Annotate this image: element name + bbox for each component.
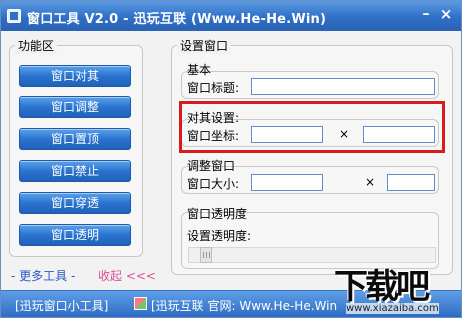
more-tools-link[interactable]: - 更多工具 -	[11, 267, 75, 284]
highlight-box	[179, 101, 445, 153]
align-window-button[interactable]: 窗口对其	[19, 65, 131, 87]
close-button[interactable]: ×	[437, 7, 455, 24]
window-size-label: 窗口大小:	[187, 177, 240, 191]
adjust-window-button[interactable]: 窗口调整	[19, 96, 131, 118]
window-title-label: 窗口标题:	[187, 81, 240, 95]
watermark-logo: 下载吧 www.xiazaiba.com	[334, 259, 459, 317]
disable-window-button[interactable]: 窗口禁止	[19, 160, 131, 182]
watermark-text: 下载吧	[334, 267, 430, 307]
transparent-window-button[interactable]: 窗口透明	[19, 224, 131, 246]
size-height-input[interactable]	[387, 174, 435, 191]
click-through-window-button[interactable]: 窗口穿透	[19, 192, 131, 214]
opacity-section-label: 窗口透明度	[187, 207, 248, 221]
settings-group-label: 设置窗口	[177, 37, 232, 54]
window-title-input[interactable]	[251, 78, 435, 95]
basic-section-label: 基本	[187, 63, 212, 77]
slider-grip-icon	[203, 252, 211, 258]
topmost-window-button[interactable]: 窗口置顶	[19, 128, 131, 150]
watermark-url: www.xiazaiba.com	[346, 303, 439, 314]
main-window: 窗口工具 V2.0 - 迅玩互联 (Www.He-He.Win) – × 功能区…	[0, 0, 462, 318]
collapse-link[interactable]: 收起 <<<	[98, 267, 156, 284]
size-width-input[interactable]	[251, 174, 323, 191]
size-separator: ×	[365, 175, 376, 189]
status-website-link[interactable]: [迅玩互联 官网: Www.He-He.Win	[151, 297, 337, 314]
app-window-icon	[7, 9, 21, 23]
minimize-button[interactable]: –	[417, 7, 435, 24]
window-title: 窗口工具 V2.0 - 迅玩互联 (Www.He-He.Win)	[27, 12, 327, 27]
website-logo-icon	[134, 297, 147, 310]
resize-section-label: 调整窗口	[187, 159, 236, 173]
title-bar[interactable]: 窗口工具 V2.0 - 迅玩互联 (Www.He-He.Win) – ×	[1, 1, 461, 31]
status-app-name: [迅玩窗口小工具]	[15, 299, 109, 313]
function-group-label: 功能区	[15, 37, 58, 54]
opacity-setting-label: 设置透明度:	[187, 229, 252, 243]
